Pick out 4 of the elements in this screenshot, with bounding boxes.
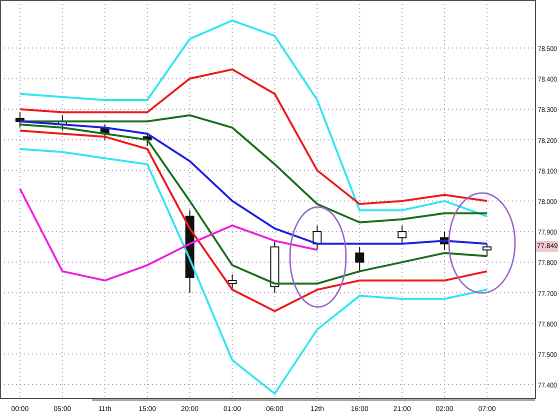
candlestick xyxy=(482,243,492,257)
candlestick xyxy=(355,246,364,272)
candlestick xyxy=(398,224,407,244)
candlestick xyxy=(228,274,237,290)
